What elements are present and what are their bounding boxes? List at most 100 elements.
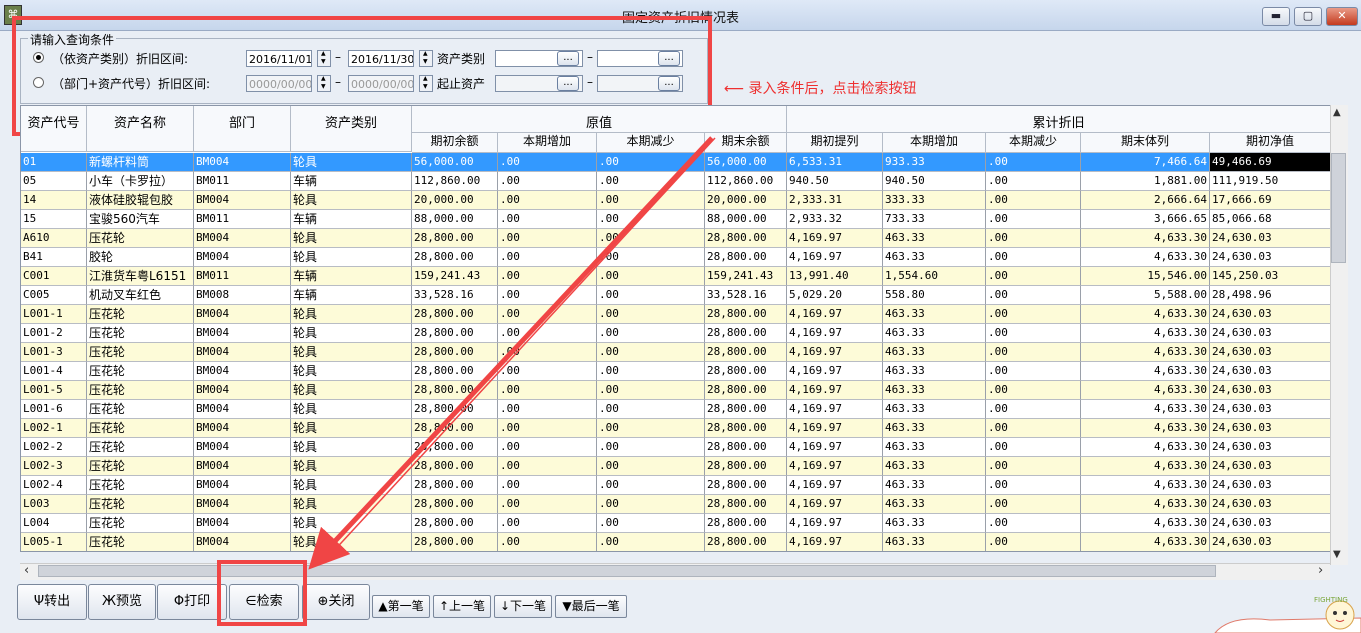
table-cell[interactable]: 28,498.96 bbox=[1210, 286, 1331, 305]
table-cell[interactable]: 20,000.00 bbox=[705, 191, 787, 210]
table-cell[interactable]: 49,466.69 bbox=[1210, 153, 1331, 172]
table-cell[interactable]: .00 bbox=[597, 476, 705, 495]
table-cell[interactable]: .00 bbox=[498, 286, 597, 305]
table-cell[interactable]: 轮具 bbox=[291, 343, 412, 362]
column-header[interactable]: 期初余额 bbox=[412, 133, 498, 153]
table-row[interactable]: L002-4 压花轮 BM004 轮具 28,800.00.00.00 28,800.00… bbox=[21, 476, 1331, 495]
table-cell[interactable]: 13,991.40 bbox=[787, 267, 883, 286]
preview-button[interactable]: Ж预览 bbox=[88, 584, 156, 620]
table-cell[interactable]: .00 bbox=[986, 267, 1081, 286]
table-cell[interactable]: .00 bbox=[597, 153, 705, 172]
table-cell[interactable]: .00 bbox=[498, 438, 597, 457]
column-header[interactable]: 期初净值 bbox=[1210, 133, 1331, 153]
table-cell[interactable]: .00 bbox=[498, 476, 597, 495]
table-cell[interactable]: 28,800.00 bbox=[705, 514, 787, 533]
table-cell[interactable]: A610 bbox=[21, 229, 87, 248]
table-cell[interactable]: 4,633.30 bbox=[1081, 476, 1210, 495]
table-cell[interactable]: 111,919.50 bbox=[1210, 172, 1331, 191]
table-row[interactable]: A610 压花轮 BM004 轮具 28,800.00.00.00 28,800.00 4,… bbox=[21, 229, 1331, 248]
table-cell[interactable]: L003 bbox=[21, 495, 87, 514]
table-cell[interactable]: 轮具 bbox=[291, 153, 412, 172]
table-cell[interactable]: 4,633.30 bbox=[1081, 362, 1210, 381]
table-cell[interactable]: 24,630.03 bbox=[1210, 438, 1331, 457]
table-cell[interactable]: 轮具 bbox=[291, 476, 412, 495]
table-cell[interactable]: BM004 bbox=[194, 400, 291, 419]
table-row[interactable]: C005 机动叉车红色 BM008 车辆 33,528.16.00.00 33,528.1… bbox=[21, 286, 1331, 305]
table-cell[interactable]: 28,800.00 bbox=[412, 457, 498, 476]
close-button[interactable]: ⊕关闭 bbox=[302, 584, 370, 620]
table-cell[interactable]: 933.33 bbox=[883, 153, 986, 172]
table-cell[interactable]: .00 bbox=[597, 267, 705, 286]
column-header[interactable]: 期初提列 bbox=[787, 133, 883, 153]
table-cell[interactable]: .00 bbox=[986, 248, 1081, 267]
table-row[interactable]: L001-6 压花轮 BM004 轮具 28,800.00.00.00 28,800.00… bbox=[21, 400, 1331, 419]
table-cell[interactable]: .00 bbox=[597, 248, 705, 267]
table-cell[interactable]: 压花轮 bbox=[87, 305, 194, 324]
table-row[interactable]: L001-1 压花轮 BM004 轮具 28,800.00.00.00 28,800.00… bbox=[21, 305, 1331, 324]
table-cell[interactable]: .00 bbox=[498, 210, 597, 229]
table-cell[interactable]: 463.33 bbox=[883, 229, 986, 248]
table-cell[interactable]: 压花轮 bbox=[87, 476, 194, 495]
table-cell[interactable]: 28,800.00 bbox=[412, 514, 498, 533]
table-cell[interactable]: .00 bbox=[597, 495, 705, 514]
table-row[interactable]: C001 江淮货车粤L6151 BM011 车辆 159,241.43.00.00 159… bbox=[21, 267, 1331, 286]
scroll-left-arrow-icon[interactable]: ‹ bbox=[24, 563, 29, 578]
table-cell[interactable]: B41 bbox=[21, 248, 87, 267]
table-cell[interactable]: 28,800.00 bbox=[705, 381, 787, 400]
table-cell[interactable]: 5,588.00 bbox=[1081, 286, 1210, 305]
asset-depreciation-grid[interactable]: 资产代号 资产名称 部门 资产类别 期初余额 本期增加 本期减少 期末余额 期初提列 本期增加 本期… bbox=[20, 105, 1332, 552]
table-cell[interactable]: L001-3 bbox=[21, 343, 87, 362]
table-cell[interactable]: 宝骏560汽车 bbox=[87, 210, 194, 229]
table-cell[interactable]: L001-6 bbox=[21, 400, 87, 419]
table-cell[interactable]: BM004 bbox=[194, 476, 291, 495]
table-cell[interactable]: 轮具 bbox=[291, 419, 412, 438]
first-record-button[interactable]: ▲第一笔 bbox=[372, 595, 430, 618]
table-cell[interactable]: 压花轮 bbox=[87, 438, 194, 457]
table-cell[interactable]: 24,630.03 bbox=[1210, 248, 1331, 267]
table-cell[interactable]: 14 bbox=[21, 191, 87, 210]
table-cell[interactable]: .00 bbox=[498, 153, 597, 172]
table-cell[interactable]: 4,633.30 bbox=[1081, 438, 1210, 457]
column-header[interactable]: 资产名称 bbox=[87, 106, 194, 152]
table-cell[interactable]: 轮具 bbox=[291, 438, 412, 457]
table-cell[interactable]: .00 bbox=[498, 533, 597, 551]
table-cell[interactable]: 28,800.00 bbox=[412, 343, 498, 362]
table-cell[interactable]: 压花轮 bbox=[87, 419, 194, 438]
table-cell[interactable]: 28,800.00 bbox=[412, 381, 498, 400]
table-cell[interactable]: 4,169.97 bbox=[787, 514, 883, 533]
column-header[interactable]: 本期减少 bbox=[597, 133, 705, 153]
table-cell[interactable]: .00 bbox=[986, 324, 1081, 343]
table-cell[interactable]: 24,630.03 bbox=[1210, 476, 1331, 495]
table-cell[interactable]: 28,800.00 bbox=[705, 400, 787, 419]
table-cell[interactable]: 4,633.30 bbox=[1081, 324, 1210, 343]
table-row[interactable]: L001-3 压花轮 BM004 轮具 28,800.00.00.00 28,800.00… bbox=[21, 343, 1331, 362]
table-cell[interactable]: .00 bbox=[498, 305, 597, 324]
table-cell[interactable]: 112,860.00 bbox=[705, 172, 787, 191]
table-cell[interactable]: L001-5 bbox=[21, 381, 87, 400]
table-cell[interactable]: BM004 bbox=[194, 362, 291, 381]
table-cell[interactable]: 28,800.00 bbox=[412, 400, 498, 419]
table-cell[interactable]: 4,633.30 bbox=[1081, 229, 1210, 248]
table-cell[interactable]: 463.33 bbox=[883, 419, 986, 438]
table-cell[interactable]: 4,633.30 bbox=[1081, 514, 1210, 533]
table-cell[interactable]: L004 bbox=[21, 514, 87, 533]
table-cell[interactable]: 463.33 bbox=[883, 514, 986, 533]
table-cell[interactable]: C001 bbox=[21, 267, 87, 286]
table-cell[interactable]: 56,000.00 bbox=[705, 153, 787, 172]
table-cell[interactable]: .00 bbox=[597, 381, 705, 400]
table-cell[interactable]: .00 bbox=[986, 229, 1081, 248]
table-cell[interactable]: 28,800.00 bbox=[705, 248, 787, 267]
table-row[interactable]: L002-3 压花轮 BM004 轮具 28,800.00.00.00 28,800.00… bbox=[21, 457, 1331, 476]
minimize-button[interactable]: ▬ bbox=[1262, 7, 1290, 26]
table-cell[interactable]: 28,800.00 bbox=[412, 419, 498, 438]
table-cell[interactable]: 3,666.65 bbox=[1081, 210, 1210, 229]
table-cell[interactable]: 4,633.30 bbox=[1081, 457, 1210, 476]
table-cell[interactable]: 轮具 bbox=[291, 381, 412, 400]
table-cell[interactable]: L005-1 bbox=[21, 533, 87, 551]
table-cell[interactable]: .00 bbox=[986, 419, 1081, 438]
table-cell[interactable]: 7,466.64 bbox=[1081, 153, 1210, 172]
table-cell[interactable]: L002-2 bbox=[21, 438, 87, 457]
table-cell[interactable]: 4,169.97 bbox=[787, 476, 883, 495]
table-cell[interactable]: 液体硅胶辊包胶 bbox=[87, 191, 194, 210]
table-cell[interactable]: 28,800.00 bbox=[705, 495, 787, 514]
